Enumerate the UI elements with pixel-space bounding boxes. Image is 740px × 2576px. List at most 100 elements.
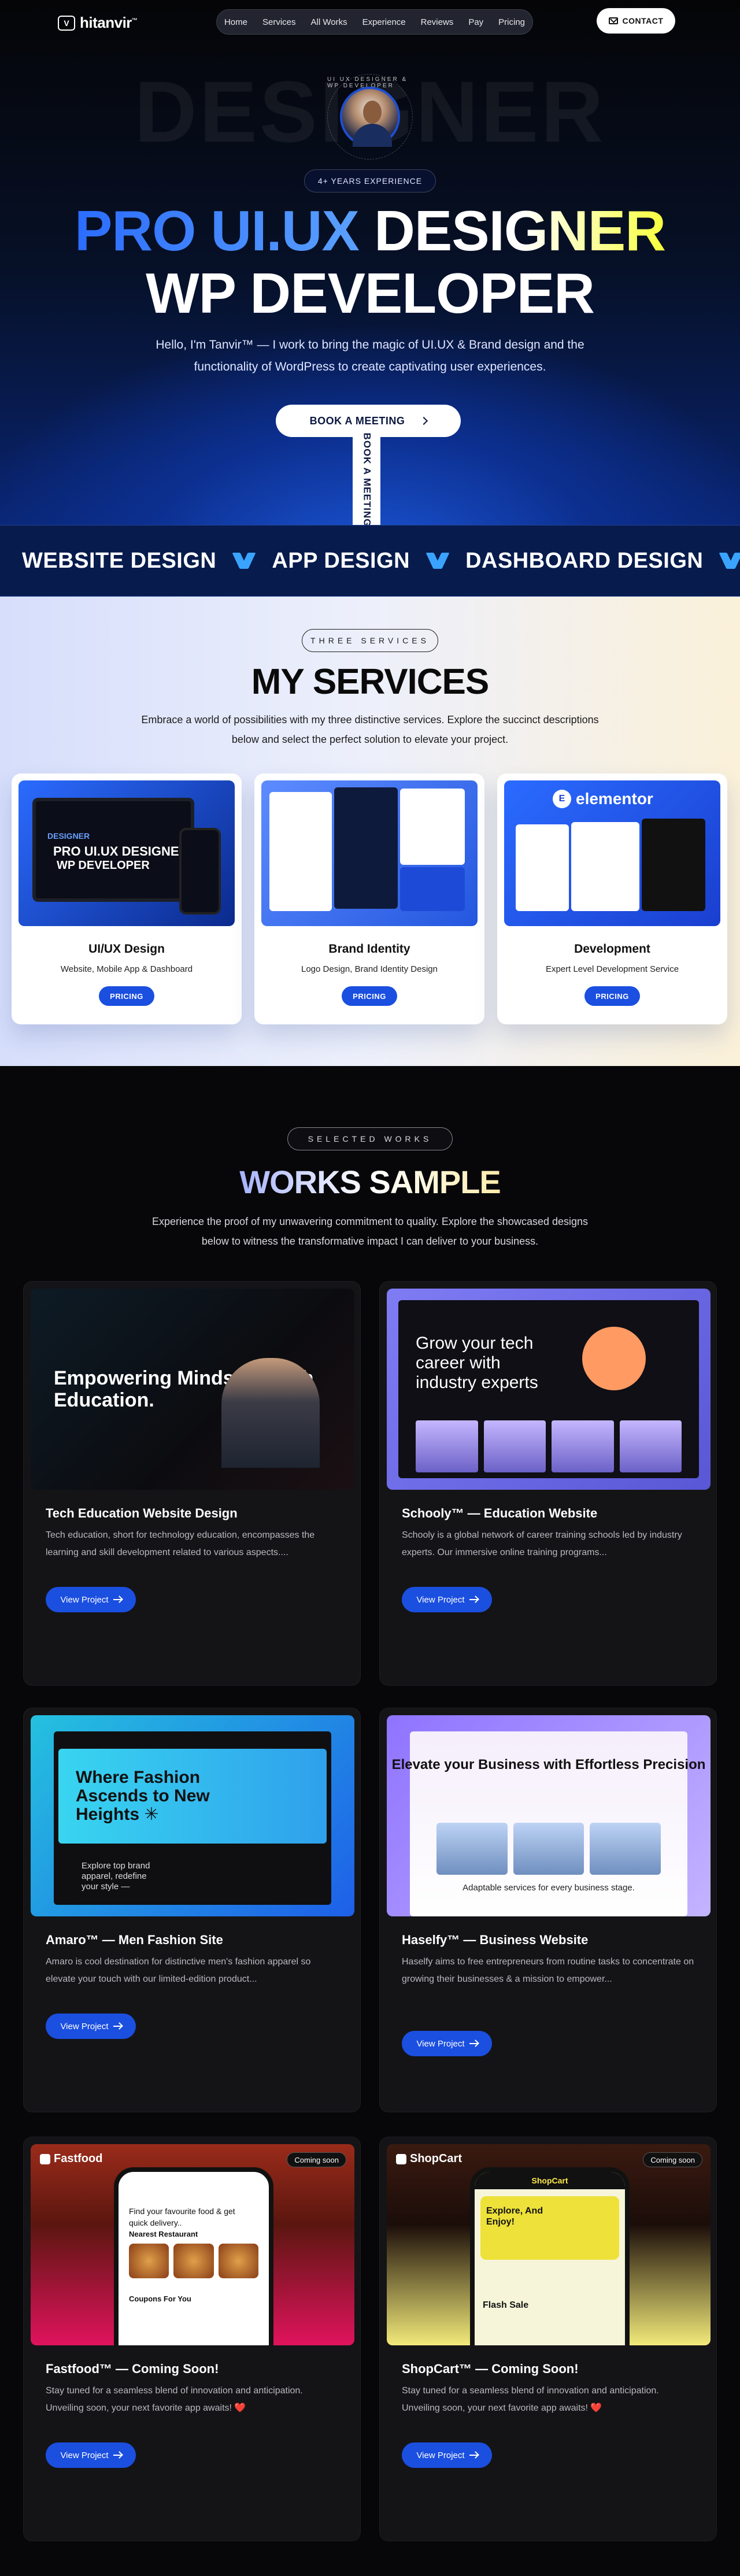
hero-title-line2: WP DEVELOPER [146,261,595,325]
work-title: ShopCart™ — Coming Soon! [402,2362,579,2376]
brand-mockup-panel [334,787,398,909]
logo-text: hitanvir™ [80,14,138,31]
services-subtitle: Embrace a world of possibilities with my… [141,714,599,745]
view-project-button[interactable]: View Project [402,2442,492,2468]
elementor-logo: E elementor [553,790,653,808]
contact-button[interactable]: CONTACT [597,8,675,34]
arrow-right-icon [469,1599,478,1600]
view-project-button[interactable]: View Project [402,1587,492,1612]
view-project-button[interactable]: View Project [402,2031,492,2056]
coming-soon-badge: Coming soon [643,2152,702,2167]
service-title: UI/UX Design [88,942,165,956]
contact-label: CONTACT [622,16,664,25]
work-screenshot[interactable]: Grow your tech career with industry expe… [387,1289,711,1490]
thumb-text: PRO UI.UX DESIGNER [53,844,188,858]
brand-mockup-panel [400,789,465,865]
service-subtitle: Website, Mobile App & Dashboard [60,964,193,974]
nav-item-pricing[interactable]: Pricing [493,14,531,31]
view-project-button[interactable]: View Project [46,1587,136,1612]
service-thumb-uiux: DESIGNER PRO UI.UX DESIGNER WP DEVELOPER [18,780,235,926]
experts-row [416,1420,682,1472]
dev-mockup-panel [571,822,639,911]
shot-brand: Fastfood [40,2152,102,2166]
pricing-button[interactable]: PRICING [342,986,397,1006]
work-card: Elevate your Business with Effortless Pr… [379,1708,717,2112]
work-screenshot[interactable]: Elevate your Business with Effortless Pr… [387,1715,711,1916]
nav-item-all-works[interactable]: All Works [305,14,353,31]
service-card-uiux: DESIGNER PRO UI.UX DESIGNER WP DEVELOPER… [12,773,242,1024]
work-card: Fastfood Coming soon Find your favourite… [23,2137,361,2541]
arrow-right-icon [113,1599,121,1600]
work-card: Where Fashion Ascends to New Heights ✳ E… [23,1708,361,2112]
phone-mockup: ShopCart Explore, And Enjoy! Flash Sale [470,2167,630,2345]
nav-item-services[interactable]: Services [257,14,302,31]
elementor-icon: E [553,790,571,808]
work-screenshot[interactable]: ShopCart Coming soon ShopCart Explore, A… [387,2144,711,2345]
work-screenshot[interactable]: Empowering Minds through Education. [31,1289,354,1490]
hero-title-line1: PRO UI.UX DESIGNER [0,202,740,259]
work-title: Amaro™ — Men Fashion Site [46,1933,223,1947]
marquee-separator-icon [234,553,254,569]
mail-icon [608,17,618,24]
service-thumb-brand [261,780,478,926]
marquee-separator-icon [720,553,740,569]
nav-item-reviews[interactable]: Reviews [415,14,460,31]
phone-headline: Explore, And Enjoy! [486,2206,543,2227]
brand-mockup-panel [269,792,332,911]
avatar-badge: UI UX DESIGNER & WP DEVELOPER [327,74,413,160]
phone-headline: Find your favourite food & get quick del… [129,2207,235,2227]
work-card: Empowering Minds through Education. Tech… [23,1281,361,1686]
book-meeting-vertical-label: BOOK A MEETING [361,432,373,527]
work-title: Schooly™ — Education Website [402,1506,598,1520]
fastfood-icon [40,2153,50,2164]
site-header: V hitanvir™ Home Services All Works Expe… [0,0,740,43]
book-meeting-vertical-tab[interactable]: BOOK A MEETING [353,432,380,527]
service-card-brand: Brand Identity Logo Design, Brand Identi… [254,773,484,1024]
work-description: Tech education, short for technology edu… [46,1530,315,1557]
work-description: Haselfy aims to free entrepreneurs from … [402,1957,694,1984]
view-project-button[interactable]: View Project [46,2442,136,2468]
experience-badge: 4+ YEARS EXPERIENCE [304,169,436,193]
work-description: Schooly is a global network of career tr… [402,1530,682,1557]
book-meeting-label: BOOK A MEETING [309,414,405,427]
dev-mockup-panel [516,824,569,911]
pricing-button[interactable]: PRICING [99,986,154,1006]
shot-image-row [436,1823,661,1875]
dev-mockup-panel [642,819,705,911]
service-thumb-development: E elementor [504,780,720,926]
logo-mark-icon: V [58,15,75,31]
service-subtitle: Logo Design, Brand Identity Design [301,964,438,974]
thumb-text: WP DEVELOPER [57,859,150,872]
work-shot-headline: Grow your tech career with industry expe… [416,1334,538,1392]
star-badge-icon [582,1327,646,1390]
hero-section: DESIGNER UI UX DESIGNER & WP DEVELOPER 4… [0,0,740,595]
services-marquee: WEBSITE DESIGN APP DESIGN DASHBOARD DESI… [0,525,740,597]
work-title: Fastfood™ — Coming Soon! [46,2362,219,2376]
arrow-right-icon [113,2026,121,2027]
phone-mockup [179,828,221,915]
work-screenshot[interactable]: Where Fashion Ascends to New Heights ✳ E… [31,1715,354,1916]
marquee-item: DASHBOARD DESIGN [465,548,704,573]
chevron-right-icon [420,416,428,425]
arrow-right-icon [469,2043,478,2044]
pricing-button[interactable]: PRICING [584,986,640,1006]
phone-app-bar: ShopCart [475,2172,625,2189]
view-project-button[interactable]: View Project [46,2014,136,2039]
work-title: Haselfy™ — Business Website [402,1933,589,1947]
elementor-wordmark: elementor [576,790,653,808]
avatar-face [363,101,382,124]
arrow-right-icon [113,2455,121,2456]
nav-item-pay[interactable]: Pay [462,14,489,31]
nav-item-home[interactable]: Home [219,14,253,31]
marquee-item: APP DESIGN [272,548,410,573]
work-description: Stay tuned for a seamless blend of innov… [46,2386,303,2413]
shot-brand: ShopCart [396,2152,462,2166]
hero-title-blue: PRO UI.UX [74,199,360,262]
site-logo[interactable]: V hitanvir™ [58,14,138,32]
work-card: ShopCart Coming soon ShopCart Explore, A… [379,2137,717,2541]
nav-item-experience[interactable]: Experience [357,14,412,31]
laptop-mockup: DESIGNER PRO UI.UX DESIGNER WP DEVELOPER [32,798,194,902]
hero-title-gradient: DESIGNER [374,199,666,262]
phone-row-label: Nearest Restaurant [129,2230,198,2238]
work-screenshot[interactable]: Fastfood Coming soon Find your favourite… [31,2144,354,2345]
